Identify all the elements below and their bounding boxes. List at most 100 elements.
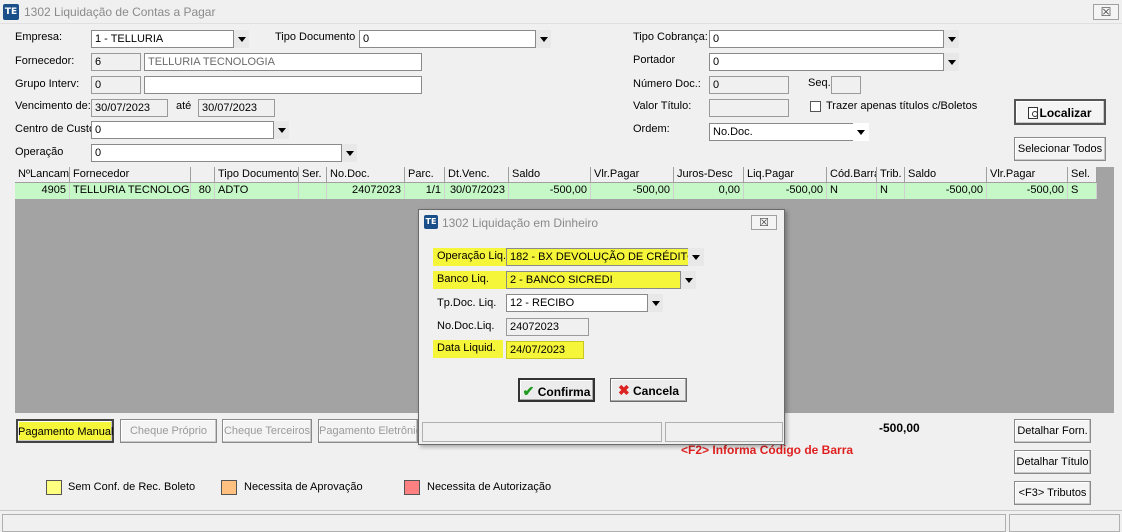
cheque-proprio-button[interactable]: Cheque Próprio	[120, 419, 217, 443]
centro-custo-select[interactable]: 0	[91, 121, 289, 139]
close-icon: ✖	[617, 382, 630, 398]
fornecedor-name-field[interactable]: TELLURIA TECNOLOGIA	[144, 53, 422, 71]
f2-hint: <F2> Informa Código de Barra	[681, 443, 854, 457]
portador-label: Portador	[633, 54, 676, 66]
chevron-down-icon[interactable]	[273, 121, 289, 139]
banco-liq-select[interactable]: 2 - BANCO SICREDI	[506, 271, 696, 289]
grid-header-cell[interactable]: No.Doc.	[327, 167, 405, 183]
fornecedor-code-field[interactable]: 6	[91, 53, 141, 71]
search-icon	[1028, 107, 1039, 119]
dialog-status-panel-left	[422, 422, 662, 442]
dialog-close-icon[interactable]: ☒	[751, 215, 777, 230]
tipo-documento-select[interactable]: 0	[359, 30, 551, 48]
valor-titulo-label: Valor Título:	[633, 100, 692, 112]
boletos-checkbox[interactable]	[810, 101, 821, 112]
table-cell[interactable]: 1/1	[405, 183, 445, 199]
table-cell[interactable]: N	[827, 183, 877, 199]
seq-field[interactable]	[831, 76, 861, 94]
banco-liq-value: 2 - BANCO SICREDI	[506, 271, 696, 289]
cheque-terceiros-button[interactable]: Cheque Terceiros	[222, 419, 312, 443]
table-cell[interactable]: ADTO	[215, 183, 299, 199]
centro-custo-label: Centro de Custo:	[15, 123, 99, 135]
grid-header-cell[interactable]: Dt.Venc.	[445, 167, 509, 183]
table-cell[interactable]: TELLURIA TECNOLOGIA	[70, 183, 191, 199]
confirma-button[interactable]: ✔ Confirma	[518, 378, 595, 402]
data-liquid-field[interactable]: 24/07/2023	[506, 341, 584, 359]
grupo-code-field[interactable]: 0	[91, 76, 141, 94]
tipo-documento-value: 0	[359, 30, 551, 48]
table-cell[interactable]: 30/07/2023	[445, 183, 509, 199]
table-cell[interactable]: 0,00	[674, 183, 744, 199]
tipo-cobranca-select[interactable]: 0	[709, 30, 959, 48]
grid-header-cell[interactable]: Trib.	[877, 167, 905, 183]
cancela-button[interactable]: ✖ Cancela	[610, 378, 687, 402]
tp-doc-liq-value: 12 - RECIBO	[506, 294, 663, 312]
chevron-down-icon[interactable]	[688, 248, 704, 266]
table-cell[interactable]: -500,00	[905, 183, 987, 199]
tributos-button[interactable]: <F3> Tributos	[1014, 481, 1091, 505]
operacao-select[interactable]: 0	[91, 144, 357, 162]
no-doc-liq-label: No.Doc.Liq.	[437, 320, 495, 332]
operacao-liq-select[interactable]: 182 - BX DEVOLUÇÃO DE CRÉDITO F	[506, 248, 704, 266]
operacao-value: 0	[91, 144, 357, 162]
grid-header-cell[interactable]: Fornecedor	[70, 167, 191, 183]
selecionar-todos-button[interactable]: Selecionar Todos	[1014, 137, 1106, 161]
vencimento-label: Vencimento de:	[15, 100, 91, 112]
grid-header-cell[interactable]: Sel.	[1068, 167, 1097, 183]
grid-header-cell[interactable]: Juros-Desc	[674, 167, 744, 183]
dialog-title-bar: TE 1302 Liquidação em Dinheiro ☒	[419, 210, 784, 234]
grupo-name-field[interactable]	[144, 76, 422, 94]
grid-header-cell[interactable]: Saldo	[905, 167, 987, 183]
grid-header-cell[interactable]: Tipo Documento	[215, 167, 299, 183]
grid-header-cell[interactable]: Vlr.Pagar	[987, 167, 1068, 183]
grid-header-cell[interactable]: Liq.Pagar	[744, 167, 827, 183]
portador-select[interactable]: 0	[709, 53, 959, 71]
chevron-down-icon[interactable]	[233, 30, 249, 48]
chevron-down-icon[interactable]	[943, 53, 959, 71]
table-cell[interactable]: 24072023	[327, 183, 405, 199]
table-cell[interactable]: -500,00	[987, 183, 1068, 199]
numero-doc-field[interactable]: 0	[709, 76, 789, 94]
grid-header-cell[interactable]: Cód.Barra	[827, 167, 877, 183]
detalhar-titulo-button[interactable]: Detalhar Título	[1014, 450, 1091, 474]
tipo-cobranca-label: Tipo Cobrança:	[633, 31, 708, 43]
close-icon[interactable]: ☒	[1093, 4, 1119, 20]
tp-doc-liq-select[interactable]: 12 - RECIBO	[506, 294, 663, 312]
grid-header-cell[interactable]: Ser.	[299, 167, 327, 183]
vencimento-ate-field[interactable]: 30/07/2023	[198, 99, 275, 117]
boletos-label: Trazer apenas títulos c/Boletos	[826, 100, 978, 112]
grid-header-cell[interactable]: Parc.	[405, 167, 445, 183]
chevron-down-icon[interactable]	[853, 123, 869, 141]
localizar-button[interactable]: Localizar	[1014, 99, 1106, 125]
table-cell[interactable]	[299, 183, 327, 199]
vencimento-de-field[interactable]: 30/07/2023	[91, 99, 168, 117]
valor-titulo-field[interactable]	[709, 99, 789, 117]
ordem-select[interactable]: No.Doc.	[709, 123, 869, 141]
no-doc-liq-field[interactable]: 24072023	[506, 318, 589, 336]
chevron-down-icon[interactable]	[943, 30, 959, 48]
table-cell[interactable]: 80	[191, 183, 215, 199]
table-cell[interactable]: S	[1068, 183, 1097, 199]
chevron-down-icon[interactable]	[341, 144, 357, 162]
pagamento-manual-button[interactable]: Pagamento Manual	[16, 419, 114, 443]
operacao-liq-label: Operação Liq.	[433, 248, 509, 266]
chevron-down-icon[interactable]	[535, 30, 551, 48]
table-cell[interactable]: -500,00	[744, 183, 827, 199]
empresa-select[interactable]: 1 - TELLURIA	[91, 30, 249, 48]
grid-header-cell[interactable]: NºLancam	[15, 167, 70, 183]
data-liquid-label: Data Liquid.	[433, 340, 503, 358]
table-cell[interactable]: 4905	[15, 183, 70, 199]
numero-doc-label: Número Doc.:	[633, 78, 701, 90]
detalhar-forn-button[interactable]: Detalhar Forn.	[1014, 419, 1091, 443]
pagamento-eletronico-button[interactable]: Pagamento Eletrônico	[318, 419, 418, 443]
table-row[interactable]: 4905 TELLURIA TECNOLOGIA 80 ADTO 24072023 1/1…	[15, 183, 1097, 199]
table-cell[interactable]: N	[877, 183, 905, 199]
grid-header-cell[interactable]	[191, 167, 215, 183]
status-bar	[0, 510, 1122, 532]
grid-header-cell[interactable]: Saldo	[509, 167, 591, 183]
table-cell[interactable]: -500,00	[509, 183, 591, 199]
chevron-down-icon[interactable]	[647, 294, 663, 312]
chevron-down-icon[interactable]	[680, 271, 696, 289]
table-cell[interactable]: -500,00	[591, 183, 674, 199]
grid-header-cell[interactable]: Vlr.Pagar	[591, 167, 674, 183]
